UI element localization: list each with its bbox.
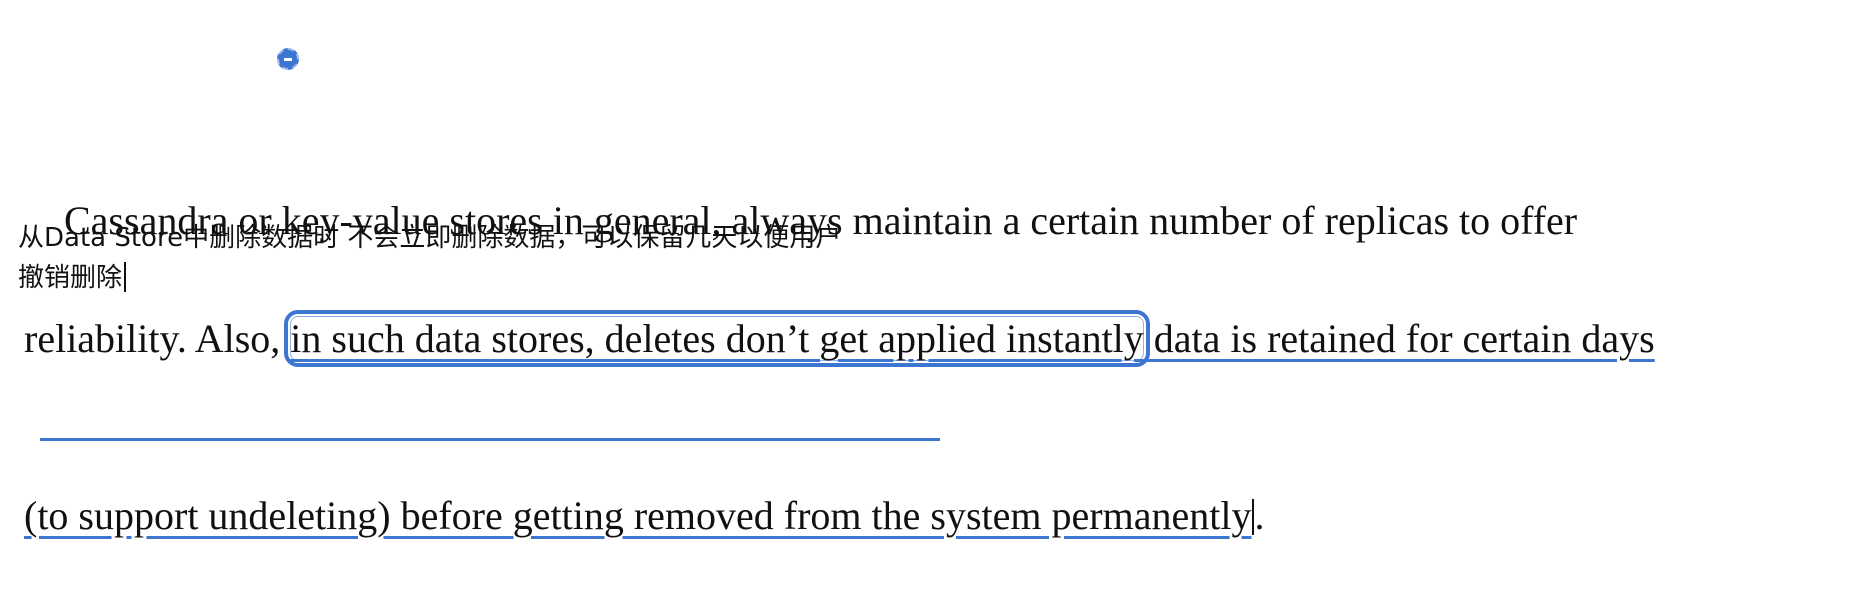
comment-anchor-icon[interactable]: [277, 48, 299, 70]
paragraph-line-3-end: .: [1254, 493, 1265, 538]
note-line-2-wrap: 撤销删除: [18, 258, 841, 298]
paragraph-line-1: Cassandra or key-value stores in general…: [24, 132, 1824, 243]
translation-note[interactable]: 从Data Store中删除数据时 不会立即删除数据，可以保留几天以便用户 撤销…: [18, 218, 841, 298]
highlighted-phrase[interactable]: in such data stores, deletes don’t get a…: [284, 310, 1150, 367]
bottom-divider: [40, 438, 940, 441]
underlined-phrase-line-3[interactable]: (to support undeleting) before getting r…: [24, 493, 1251, 538]
note-line-2: 撤销删除: [18, 263, 123, 293]
paragraph-line-2: reliability. Also, in such data stores, …: [24, 309, 1824, 368]
underlined-phrase-line-2[interactable]: data is retained for certain days: [1144, 316, 1655, 361]
paragraph-line-2-prefix: reliability. Also,: [24, 316, 291, 361]
source-paragraph: Cassandra or key-value stores in general…: [24, 14, 1824, 604]
paragraph-line-3: (to support undeleting) before getting r…: [24, 486, 1824, 545]
note-text-cursor: [124, 262, 127, 292]
note-line-1: 从Data Store中删除数据时 不会立即删除数据，可以保留几天以便用户: [18, 223, 842, 253]
